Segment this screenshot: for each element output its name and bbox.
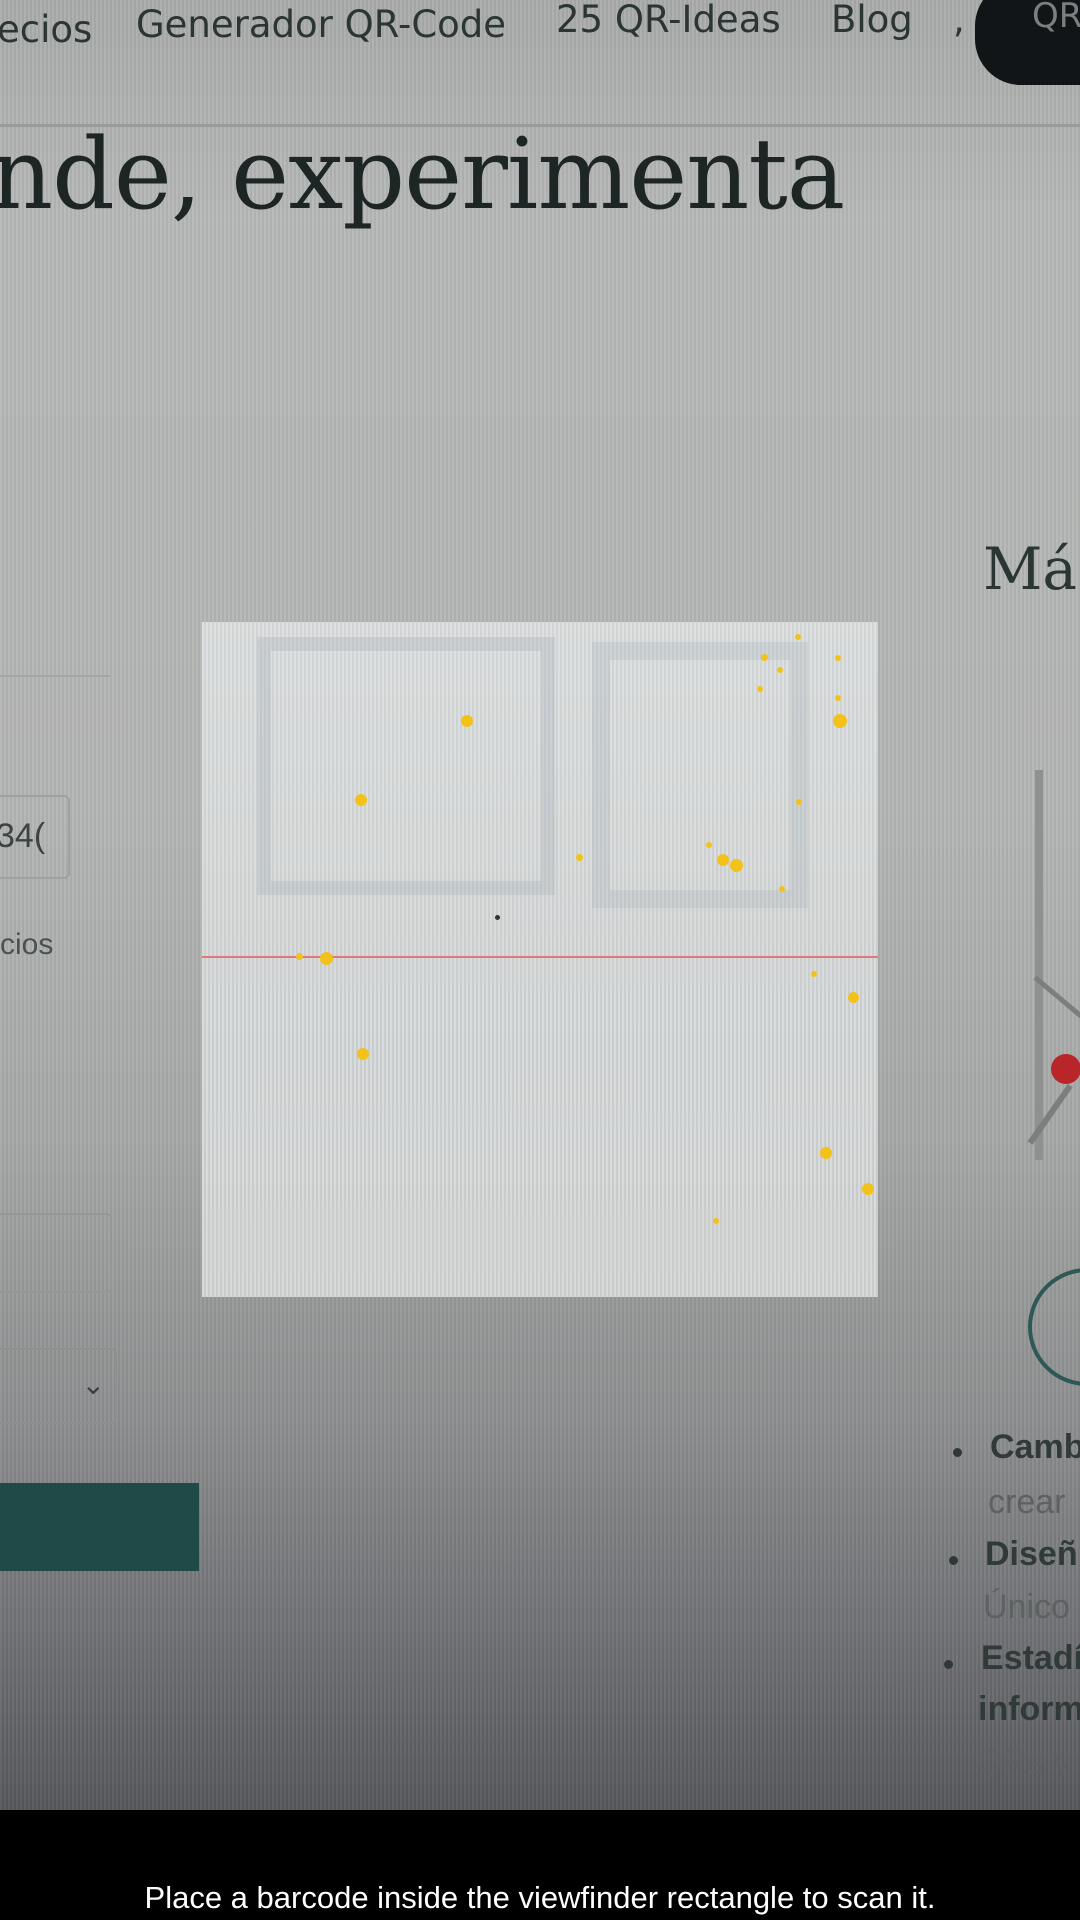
feature-item-desc: Único [983, 1588, 1070, 1626]
result-point [461, 715, 473, 727]
feature-item-desc: crear [988, 1483, 1066, 1521]
viewfinder-rectangle [202, 622, 878, 1297]
qr-finder-pattern [592, 642, 808, 908]
result-point [730, 859, 743, 872]
site-navbar: ecios Generador QR-Code 25 QR-Ideas Blog… [0, 0, 1080, 125]
result-point [576, 854, 583, 861]
focus-speck [495, 915, 500, 920]
result-point [833, 714, 847, 728]
feature-item: Camb [990, 1428, 1080, 1466]
select-field: ⌄ [0, 1348, 117, 1424]
nav-separator: , [953, 0, 965, 41]
form-underline [0, 675, 110, 677]
side-heading: Más [983, 535, 1080, 603]
scan-hint: Place a barcode inside the viewfinder re… [144, 1880, 936, 1915]
result-point [757, 686, 763, 692]
nav-item-precios: ecios [0, 8, 93, 51]
qr-finder-pattern [257, 637, 555, 895]
result-point [320, 952, 333, 965]
result-point [355, 794, 367, 806]
result-point [796, 799, 802, 805]
hero-title: nde, experimenta [0, 118, 845, 232]
result-point [848, 992, 859, 1003]
result-point [713, 1218, 719, 1224]
feature-item-desc: inform [978, 1690, 1080, 1728]
result-point [296, 953, 303, 960]
nav-cta-label: QR [1032, 0, 1080, 36]
nav-item-ideas: 25 QR-Ideas [556, 0, 781, 41]
nav-cta-button: QR [975, 0, 1080, 85]
chart-marker [1051, 1054, 1080, 1084]
result-point [717, 854, 729, 866]
result-point [779, 886, 785, 892]
submit-button [0, 1483, 199, 1571]
result-point [835, 695, 841, 701]
bullet-dot [953, 1448, 962, 1457]
nav-item-blog: Blog [831, 0, 913, 41]
chevron-down-icon: ⌄ [81, 1369, 105, 1400]
result-point [706, 842, 712, 848]
result-point [795, 634, 801, 640]
feature-item: Estadí [981, 1639, 1080, 1677]
bullet-dot [944, 1660, 953, 1669]
number-field-value: 34( [0, 817, 46, 855]
chart-axis [1035, 770, 1043, 1160]
result-point [777, 667, 783, 673]
bullet-dot [949, 1556, 958, 1565]
nav-item-generator: Generador QR-Code [136, 3, 507, 46]
result-point [862, 1183, 874, 1195]
form-label: cios [0, 928, 54, 961]
result-point [761, 654, 768, 661]
result-point [835, 655, 841, 661]
result-point [820, 1147, 832, 1159]
feature-item-desc: QRs y [976, 1743, 1071, 1781]
result-point [811, 971, 817, 977]
feature-item: Diseñ [985, 1535, 1078, 1573]
result-point [357, 1048, 369, 1060]
text-field [0, 1213, 112, 1293]
number-field: 34( [0, 795, 70, 879]
scan-line [202, 956, 878, 958]
